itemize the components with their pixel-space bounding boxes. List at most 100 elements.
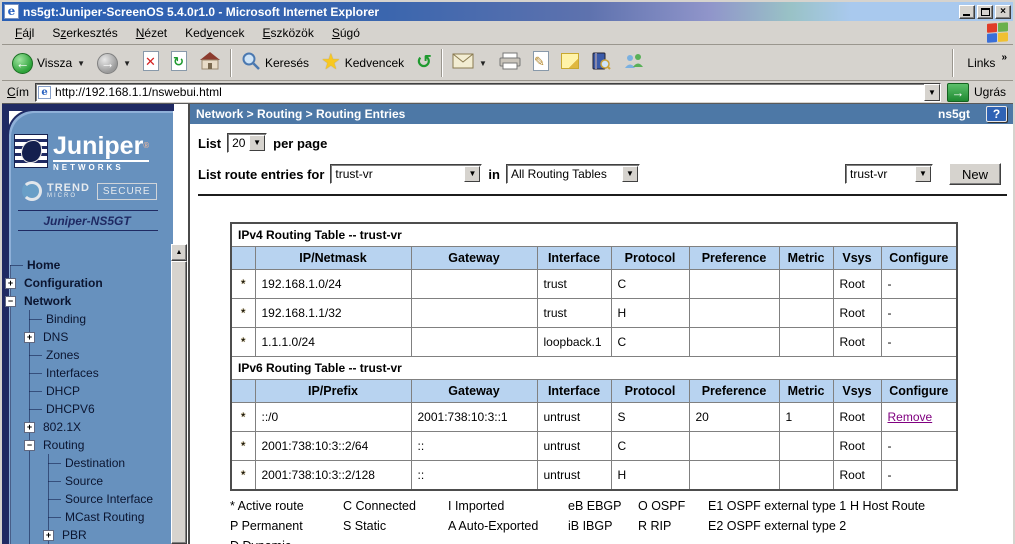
sidebar-item-802-1x[interactable]: +802.1X: [2, 418, 172, 436]
per-page-select[interactable]: 20▼: [227, 133, 267, 153]
forward-button[interactable]: →▼: [91, 48, 137, 78]
menu-item[interactable]: Súgó: [323, 23, 369, 43]
sidebar-item-zones[interactable]: Zones: [2, 346, 172, 364]
chevron-down-icon[interactable]: ▼: [915, 166, 931, 182]
messenger-button[interactable]: [617, 48, 651, 78]
home-button[interactable]: [193, 48, 227, 78]
mail-button[interactable]: ▼: [446, 48, 493, 78]
go-label[interactable]: Ugrás: [974, 85, 1006, 99]
routing-table-filter-select[interactable]: All Routing Tables▼: [506, 164, 640, 184]
sidebar-item-routing[interactable]: −Routing: [2, 436, 172, 454]
menu-item[interactable]: Kedvencek: [176, 23, 253, 43]
legend-entry: E1 OSPF external type 1: [708, 496, 850, 516]
sidebar-item-dhcpv6[interactable]: DHCPV6: [2, 400, 172, 418]
sidebar-item-dhcp[interactable]: DHCP: [2, 382, 172, 400]
expand-plus-icon[interactable]: +: [5, 278, 16, 289]
section-rule: [198, 194, 1007, 196]
search-button[interactable]: Keresés: [235, 48, 315, 78]
chevron-down-icon[interactable]: ▼: [622, 166, 638, 182]
help-button[interactable]: ?: [986, 106, 1007, 122]
table-cell: 1: [779, 403, 833, 432]
toolbar-separator: [230, 49, 232, 77]
expand-plus-icon[interactable]: +: [24, 422, 35, 433]
remove-link[interactable]: Remove: [888, 410, 933, 424]
table-cell: S: [611, 403, 689, 432]
legend-entry: P Permanent: [230, 516, 343, 536]
table-cell: [689, 270, 779, 299]
menu-item[interactable]: Szerkesztés: [43, 23, 126, 43]
new-button[interactable]: New: [949, 163, 1001, 185]
collapse-minus-icon[interactable]: −: [5, 296, 16, 307]
virtual-router-select[interactable]: trust-vr▼: [330, 164, 482, 184]
tree-items: Home +Configuration−Network Binding +DNS Zon…: [2, 256, 172, 544]
close-button[interactable]: ×: [995, 5, 1011, 19]
expand-plus-icon[interactable]: +: [43, 530, 54, 541]
controls: List 20▼ per page List route entries for…: [190, 124, 1013, 196]
routing-tables: IPv4 Routing Table -- trust-vrIP/Netmask…: [230, 222, 958, 491]
chevron-more-icon[interactable]: »: [1001, 52, 1007, 63]
sidebar-item-mcast-routing[interactable]: MCast Routing: [2, 508, 172, 526]
table-cell: untrust: [537, 461, 611, 491]
go-button[interactable]: →: [947, 83, 969, 102]
discuss-button[interactable]: [555, 48, 585, 78]
sidebar-item-configuration[interactable]: +Configuration: [2, 274, 172, 292]
sidebar-item-interfaces[interactable]: Interfaces: [2, 364, 172, 382]
column-header: Configure: [881, 247, 957, 270]
address-bar: Cím e http://192.168.1.1/nswebui.html ▼ …: [2, 81, 1013, 104]
tree-line: [29, 319, 42, 320]
sidebar-item-source[interactable]: Source: [2, 472, 172, 490]
print-button[interactable]: [493, 48, 527, 78]
table-cell: untrust: [537, 432, 611, 461]
edit-icon: ✎: [533, 51, 549, 76]
active-route-flag: *: [231, 432, 255, 461]
sidebar-item-network[interactable]: −Network: [2, 292, 172, 310]
table-cell: Root: [833, 270, 881, 299]
sidebar-item-label: Source: [65, 474, 103, 488]
stop-button[interactable]: ✕: [137, 48, 165, 78]
collapse-minus-icon[interactable]: −: [24, 440, 35, 451]
toolbar-separator: [952, 49, 954, 77]
chevron-down-icon[interactable]: ▼: [123, 59, 131, 68]
history-button[interactable]: ↺: [410, 48, 438, 78]
sidebar-item-pbr[interactable]: +PBR: [2, 526, 172, 544]
chevron-down-icon[interactable]: ▼: [464, 166, 480, 182]
scrollbar-thumb[interactable]: [171, 261, 187, 544]
sidebar-item-source-interface[interactable]: Source Interface: [2, 490, 172, 508]
chevron-down-icon[interactable]: ▼: [479, 59, 487, 68]
sidebar-item-dns[interactable]: +DNS: [2, 328, 172, 346]
minimize-button[interactable]: [959, 5, 975, 19]
expand-plus-icon[interactable]: +: [24, 332, 35, 343]
edit-button[interactable]: ✎: [527, 48, 555, 78]
chevron-down-icon[interactable]: ▼: [77, 59, 85, 68]
scroll-up-arrow-icon[interactable]: ▲: [171, 244, 187, 261]
research-button[interactable]: [585, 48, 617, 78]
sidebar-item-home[interactable]: Home: [2, 256, 172, 274]
chevron-down-icon[interactable]: ▼: [249, 135, 265, 151]
discuss-icon: [561, 53, 579, 74]
legend-entry: S Static: [343, 516, 448, 536]
maximize-button[interactable]: [977, 5, 993, 19]
sidebar-item-label: Binding: [46, 312, 86, 326]
address-input[interactable]: e http://192.168.1.1/nswebui.html ▼: [35, 83, 941, 102]
sidebar-item-destination[interactable]: Destination: [2, 454, 172, 472]
table-cell: trust: [537, 270, 611, 299]
new-entry-vr-select[interactable]: trust-vr▼: [845, 164, 933, 184]
table-cell: [689, 328, 779, 357]
address-dropdown-button[interactable]: ▼: [924, 84, 940, 101]
menu-item[interactable]: Eszközök: [253, 23, 322, 43]
menu-item[interactable]: Nézet: [127, 23, 176, 43]
menu-item[interactable]: Fájl: [6, 23, 43, 43]
sidebar-item-binding[interactable]: Binding: [2, 310, 172, 328]
trend-micro-logo: TREND MICRO SECURE: [22, 181, 157, 201]
table-cell: [689, 461, 779, 491]
sidebar-scrollbar[interactable]: ▲: [171, 244, 187, 544]
sidebar-item-label: Home: [27, 258, 60, 272]
column-header: Preference: [689, 247, 779, 270]
links-button[interactable]: Links: [957, 56, 1001, 70]
refresh-button[interactable]: ↻: [165, 48, 193, 78]
sidebar-item-label: Zones: [46, 348, 79, 362]
table-cell: Root: [833, 403, 881, 432]
favorites-button[interactable]: ★Kedvencek: [315, 48, 410, 78]
back-button[interactable]: ←Vissza▼: [6, 48, 91, 78]
ie-logo-icon: e: [4, 4, 19, 19]
